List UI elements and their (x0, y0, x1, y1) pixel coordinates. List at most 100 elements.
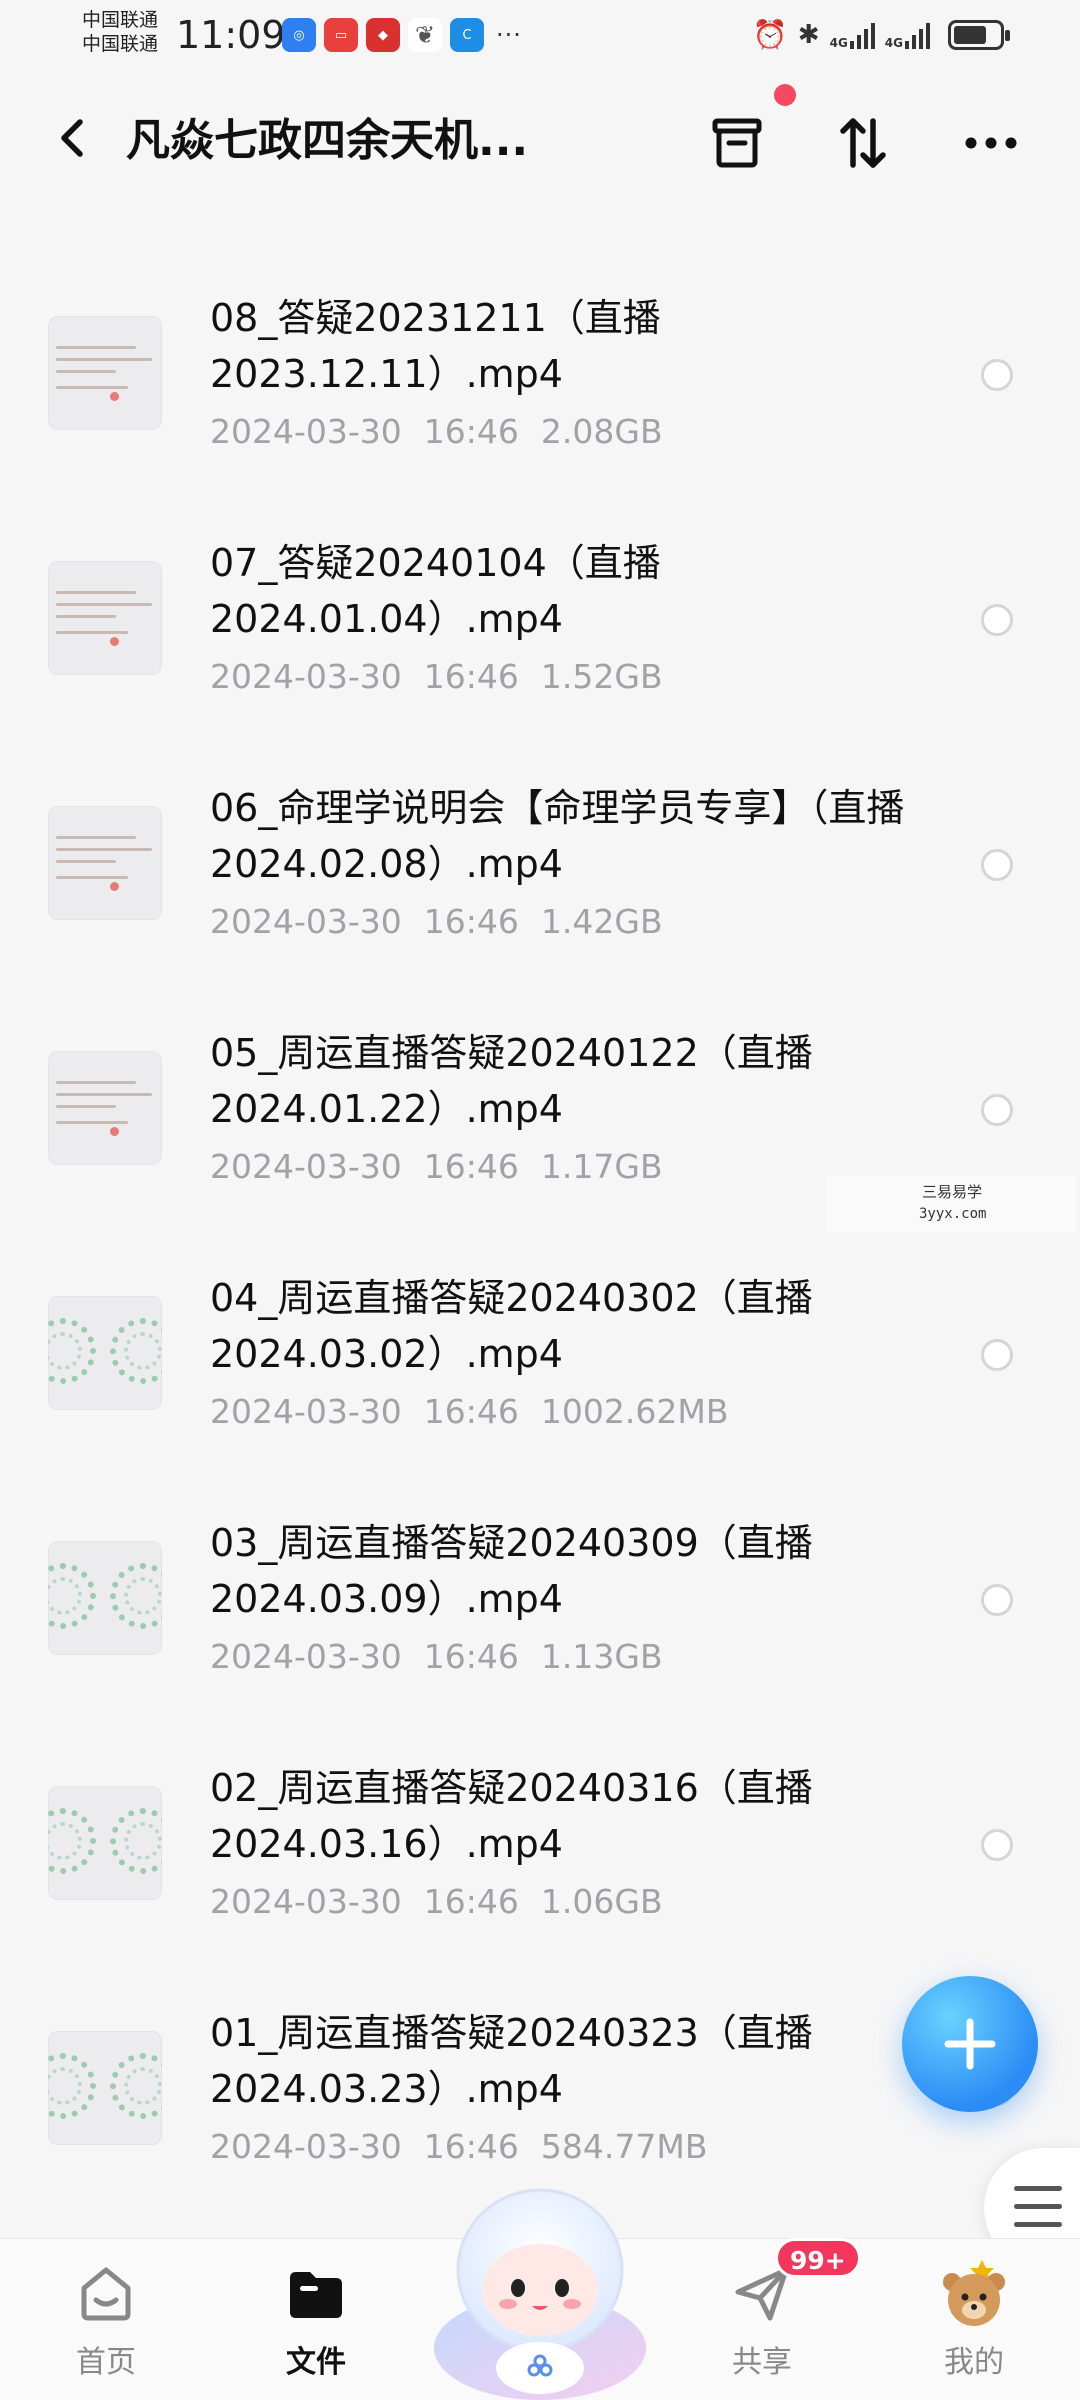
header: 凡焱七政四余天机... (0, 90, 1080, 200)
file-name: 08_答疑20231211（直播2023.12.11）.mp4 (210, 296, 661, 396)
file-size: 2.08GB (540, 412, 663, 451)
select-radio-button[interactable] (981, 1829, 1013, 1861)
more-options-button[interactable] (956, 108, 1026, 178)
file-date: 2024-03-30 (210, 902, 402, 941)
sort-button[interactable] (828, 108, 898, 178)
file-date: 2024-03-30 (210, 1637, 402, 1676)
file-time: 16:46 (423, 657, 519, 696)
ctrip-notification-icon: C (450, 18, 484, 52)
file-meta: 2024-03-30 16:46 1.17GB (210, 1147, 685, 1187)
clock: 11:09 (176, 13, 286, 57)
file-list-item[interactable]: 02_周运直播答疑20240316（直播2024.03.16）.mp4 2024… (0, 1740, 1080, 1985)
file-size: 1002.62MB (540, 1392, 729, 1431)
carrier-1: 中国联通 (82, 9, 159, 31)
select-radio-button[interactable] (981, 1094, 1013, 1126)
file-meta: 2024-03-30 16:46 584.77MB (210, 2127, 729, 2167)
text-line-icon (56, 346, 136, 349)
watermark-title: 三易易学 (922, 1183, 983, 1201)
text-line-icon (56, 836, 136, 839)
menu-line-icon (1014, 2186, 1062, 2191)
file-time: 16:46 (423, 412, 519, 451)
text-line-icon (56, 1081, 136, 1084)
app-notification-icon: ◎ (282, 18, 316, 52)
file-list-item[interactable]: 06_命理学说明会【命理学员专享】（直播2024.02.08）.mp4 2024… (0, 760, 1080, 1005)
file-date: 2024-03-30 (210, 412, 402, 451)
file-date: 2024-03-30 (210, 1147, 402, 1186)
cursor-dot-icon (110, 1127, 119, 1136)
sort-arrows-icon (840, 118, 886, 168)
file-list-item[interactable]: 04_周运直播答疑20240302（直播2024.03.02）.mp4 2024… (0, 1250, 1080, 1495)
file-date: 2024-03-30 (210, 657, 402, 696)
file-meta: 2024-03-30 16:46 1.52GB (210, 657, 685, 697)
file-name: 01_周运直播答疑20240323（直播2024.03.23）.mp4 (210, 2011, 813, 2111)
file-meta: 2024-03-30 16:46 1002.62MB (210, 1392, 750, 1432)
more-horizontal-icon (965, 137, 1017, 149)
select-radio-button[interactable] (981, 1339, 1013, 1371)
notification-icons: ◎ ▭ ◆ ❦ C ··· (282, 18, 522, 52)
cursor-dot-icon (110, 637, 119, 646)
text-line-icon (56, 603, 152, 606)
video-thumbnail (48, 1296, 162, 1410)
home-icon (36, 2259, 176, 2329)
file-list-item[interactable]: 03_周运直播答疑20240309（直播2024.03.09）.mp4 2024… (0, 1495, 1080, 1740)
text-line-icon (56, 358, 152, 361)
file-list-item[interactable]: 07_答疑20240104（直播2024.01.04）.mp4 2024-03-… (0, 515, 1080, 760)
signal-1-icon: 4G (830, 21, 875, 49)
watermark: 三易易学 3yyx.com (826, 1176, 1076, 1232)
status-bar: 中国联通 中国联通 11:09 ◎ ▭ ◆ ❦ C ··· ⏰ ✱ 4G 4G (0, 0, 1080, 72)
file-size: 1.13GB (540, 1637, 663, 1676)
menu-line-icon (1014, 2204, 1062, 2209)
bluetooth-icon: ✱ (797, 20, 820, 50)
chevron-left-icon (61, 119, 83, 157)
select-radio-button[interactable] (981, 849, 1013, 881)
file-time: 16:46 (423, 2127, 519, 2166)
carrier-info: 中国联通 中国联通 (82, 8, 158, 56)
alarm-icon: ⏰ (752, 18, 788, 51)
new-indicator-dot (774, 84, 796, 106)
file-list-item[interactable]: 08_答疑20231211（直播2023.12.11）.mp4 2024-03-… (0, 270, 1080, 515)
text-line-icon (56, 631, 128, 634)
nav-item-files[interactable]: 文件 (246, 2259, 386, 2389)
share-unread-badge: 99+ (775, 2238, 861, 2278)
file-meta: 2024-03-30 16:46 2.08GB (210, 412, 685, 452)
file-meta: 2024-03-30 16:46 1.42GB (210, 902, 685, 942)
file-date: 2024-03-30 (210, 1392, 402, 1431)
archive-button[interactable] (702, 108, 772, 178)
file-time: 16:46 (423, 1637, 519, 1676)
back-button[interactable] (44, 108, 104, 168)
signal-2-icon: 4G (885, 21, 930, 49)
watermark-url: 3yyx.com (919, 1206, 987, 1222)
file-name: 06_命理学说明会【命理学员专享】（直播2024.02.08）.mp4 (210, 786, 905, 886)
add-button[interactable] (902, 1976, 1038, 2112)
archive-box-icon (712, 118, 762, 168)
file-time: 16:46 (423, 1147, 519, 1186)
battery-icon (948, 20, 1010, 50)
file-time: 16:46 (423, 902, 519, 941)
plus-icon (944, 2018, 996, 2070)
text-line-icon (56, 370, 116, 373)
nav-label-home: 首页 (76, 2345, 136, 2380)
file-size: 1.06GB (540, 1882, 663, 1921)
file-time: 16:46 (423, 1882, 519, 1921)
system-icons: ⏰ ✱ 4G 4G (752, 18, 1010, 52)
file-name: 03_周运直播答疑20240309（直播2024.03.09）.mp4 (210, 1521, 813, 1621)
text-line-icon (56, 386, 128, 389)
nav-label-files: 文件 (286, 2345, 346, 2380)
video-thumbnail (48, 806, 162, 920)
file-time: 16:46 (423, 1392, 519, 1431)
video-thumbnail (48, 1541, 162, 1655)
file-date: 2024-03-30 (210, 2127, 402, 2166)
file-name: 02_周运直播答疑20240316（直播2024.03.16）.mp4 (210, 1766, 813, 1866)
menu-line-icon (1014, 2222, 1062, 2227)
page-title: 凡焱七政四余天机... (126, 115, 529, 166)
chart-wheel-icon (124, 1822, 162, 1860)
nav-item-home[interactable]: 首页 (36, 2259, 176, 2389)
file-meta: 2024-03-30 16:46 1.13GB (210, 1637, 685, 1677)
select-radio-button[interactable] (981, 1584, 1013, 1616)
select-radio-button[interactable] (981, 359, 1013, 391)
text-line-icon (56, 1105, 116, 1108)
select-radio-button[interactable] (981, 604, 1013, 636)
text-line-icon (56, 1093, 152, 1096)
nav-item-me[interactable]: 我的 (904, 2259, 1044, 2389)
ai-assistant-mascot[interactable] (428, 2178, 652, 2400)
